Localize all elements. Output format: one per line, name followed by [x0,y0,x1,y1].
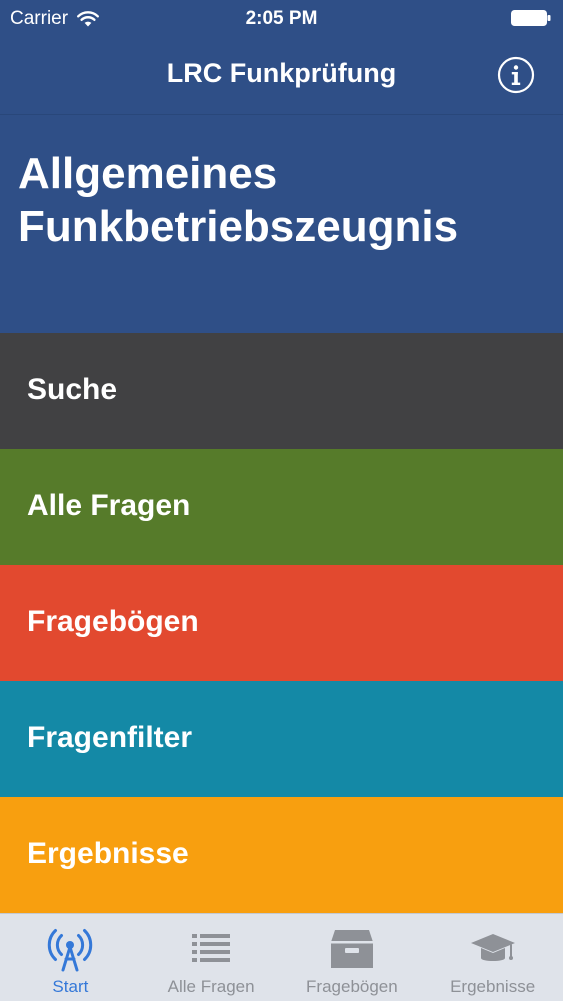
antenna-icon [48,929,93,972]
battery-icon [511,10,551,26]
menu-item-frageboegen[interactable]: Fragebögen [0,565,563,681]
status-time: 2:05 PM [245,8,318,29]
navigation-bar: LRC Funkprüfung [0,38,563,115]
main-menu: Suche Alle Fragen Fragebögen Fragenfilte… [0,333,563,913]
menu-item-fragenfilter[interactable]: Fragenfilter [0,681,563,797]
page-title-line2: Funkbetriebszeugnis [18,202,459,251]
page-title-line1: Allgemeines [18,149,278,198]
tab-frageboegen[interactable]: Fragebögen [282,914,423,1001]
page-title: Allgemeines Funkbetriebszeugnis [18,147,548,253]
tab-ergebnisse[interactable]: Ergebnisse [422,914,563,1001]
tab-label: Start [52,977,89,996]
tab-label: Fragebögen [306,977,398,996]
menu-item-ergebnisse[interactable]: Ergebnisse [0,797,563,913]
info-circle-icon[interactable] [497,56,535,94]
menu-item-label: Fragenfilter [27,721,193,754]
app-screen: Carrier 2:05 PM LRC Funkprüfung Allgemei… [0,0,563,1001]
status-bar: Carrier 2:05 PM [0,0,563,38]
menu-item-label: Alle Fragen [27,489,191,522]
graduation-cap-icon [470,934,515,961]
tab-alle-fragen[interactable]: Alle Fragen [141,914,282,1001]
tab-label: Alle Fragen [167,977,255,996]
archive-box-icon [330,930,373,968]
menu-item-alle-fragen[interactable]: Alle Fragen [0,449,563,565]
list-icon [192,934,231,962]
menu-item-suche[interactable]: Suche [0,333,563,449]
tab-start[interactable]: Start [0,914,141,1001]
tab-label: Ergebnisse [450,977,536,996]
menu-item-label: Fragebögen [27,605,199,638]
nav-title: LRC Funkprüfung [166,58,397,88]
tab-bar: Start Alle Fragen Fragebögen Ergebnisse [0,913,563,1001]
menu-item-label: Ergebnisse [27,837,189,870]
menu-item-label: Suche [27,373,118,406]
hero-header: Allgemeines Funkbetriebszeugnis [0,115,563,333]
